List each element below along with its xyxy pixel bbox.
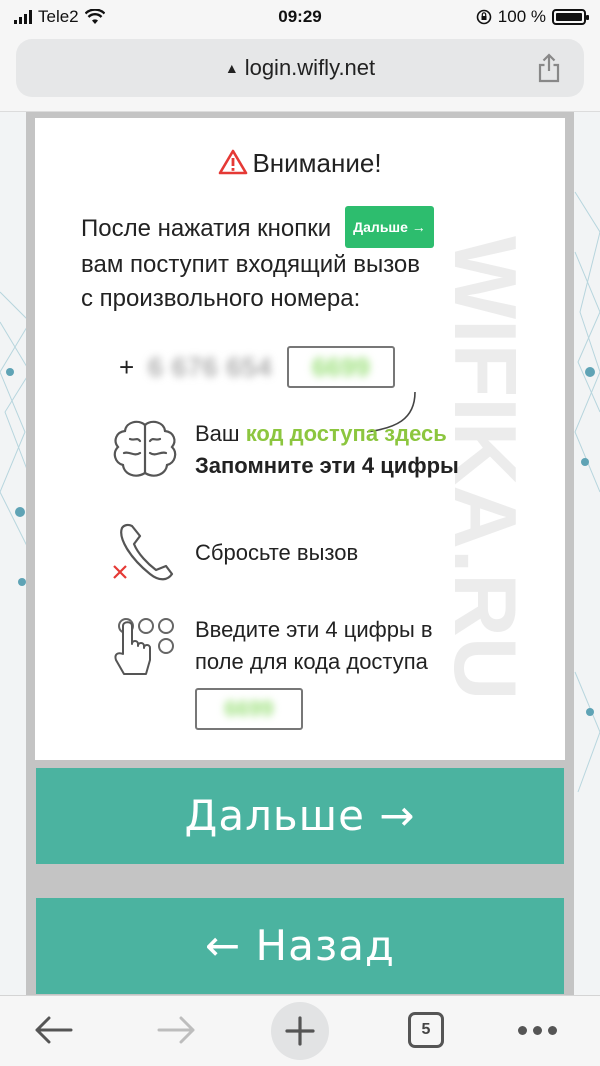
battery-icon: [552, 9, 589, 25]
intro-line-2: вам поступит входящий вызов: [81, 251, 421, 278]
intro-line-1: После нажатия кнопки: [81, 215, 332, 242]
share-icon[interactable]: [536, 53, 562, 83]
more-icon: [517, 1025, 557, 1035]
step3-line-1: Введите эти 4 цифры в: [195, 617, 433, 642]
back-nav-button[interactable]: [28, 1010, 78, 1050]
next-button[interactable]: Дальше →: [36, 768, 564, 864]
step1-prefix: Ваш: [195, 421, 240, 446]
url-text: login.wifly.net: [244, 55, 376, 80]
address-bar[interactable]: ▲ login.wifly.net: [16, 39, 584, 97]
intro-line-3: с произвольного номера:: [81, 285, 361, 312]
step1-highlight: код доступа здесь: [245, 421, 447, 446]
mini-next-badge: Дальше →: [345, 206, 434, 248]
phone-code: 6699: [311, 351, 370, 382]
step2-text: Сбросьте вызов: [195, 540, 359, 565]
lock-icon: ▲: [224, 60, 239, 76]
step-remember-code: Ваш код доступа здесь Запомните эти 4 ци…: [105, 418, 459, 482]
brain-icon: [113, 420, 177, 477]
phone-prefix: +: [119, 351, 135, 382]
battery-label: 100 %: [497, 7, 546, 26]
tabs-count: 5: [408, 1012, 444, 1048]
orientation-lock-icon: [476, 9, 492, 25]
plus-icon: [285, 1016, 315, 1046]
back-button[interactable]: ← Назад: [36, 898, 564, 994]
arrow-right-icon: [157, 1016, 195, 1044]
new-tab-button[interactable]: [270, 1002, 330, 1060]
tabs-button[interactable]: 5: [404, 1010, 448, 1050]
intro-text: После нажатия кнопки Дальше → вам поступи…: [81, 206, 521, 316]
phone-code-box: 6699: [286, 346, 395, 388]
caller-number-row: + 6 676 654 6699: [119, 346, 395, 388]
warning-icon: [219, 149, 248, 175]
browser-toolbar: 5: [0, 995, 600, 1066]
step-reject-call: Сбросьте вызов: [105, 518, 358, 588]
status-bar: Tele2 09:29 100 %: [0, 0, 600, 34]
hang-up-phone-icon: [113, 523, 174, 581]
step3-code: 6699: [224, 696, 274, 721]
phone-number: 6 676 654: [148, 351, 273, 382]
code-input-example: 6699: [195, 688, 303, 730]
step1-line-2: Запомните эти 4 цифры: [195, 453, 459, 478]
browser-header: ▲ login.wifly.net: [0, 34, 600, 112]
card-title: Внимание!: [35, 148, 565, 179]
more-menu-button[interactable]: [512, 1010, 562, 1050]
instruction-card: WIFIKA.RU Внимание! После нажатия кнопки…: [35, 118, 565, 760]
step-enter-code: Введите эти 4 цифры в поле для кода дост…: [105, 614, 433, 730]
web-page: WIFIKA.RU Внимание! После нажатия кнопки…: [0, 112, 600, 995]
step3-line-2: поле для кода доступа: [195, 649, 428, 674]
forward-nav-button[interactable]: [152, 1010, 202, 1050]
title-text: Внимание!: [252, 148, 382, 178]
arrow-left-icon: [35, 1016, 73, 1044]
tap-keypad-icon: [114, 618, 174, 675]
